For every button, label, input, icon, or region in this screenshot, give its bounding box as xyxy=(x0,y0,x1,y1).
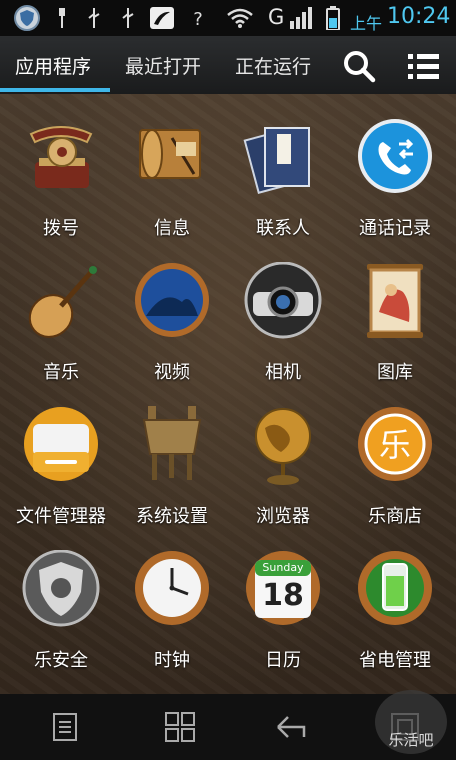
media-icon xyxy=(150,7,174,29)
tab-running[interactable]: 正在运行 xyxy=(235,52,311,79)
tab-apps[interactable]: 应用程序 xyxy=(15,52,91,79)
app-label: 通话记录 xyxy=(359,218,431,239)
app-label: 音乐 xyxy=(43,362,79,383)
app-label: 拨号 xyxy=(43,218,79,239)
shield-icon xyxy=(21,549,101,630)
app-clock[interactable]: 时钟 xyxy=(115,550,229,680)
home-grid-icon[interactable] xyxy=(155,706,205,748)
folder-box-icon xyxy=(21,406,101,486)
phone-icon xyxy=(21,118,101,198)
camera-icon xyxy=(243,261,323,342)
app-label: 时钟 xyxy=(154,650,190,671)
watermark: 乐活吧 xyxy=(375,690,447,754)
app-label: 省电管理 xyxy=(359,650,431,671)
back-icon[interactable] xyxy=(266,706,316,748)
app-power-saver[interactable]: 省电管理 xyxy=(338,550,452,680)
list-icon[interactable] xyxy=(408,53,440,81)
clock-icon xyxy=(132,550,212,630)
app-music[interactable]: 音乐 xyxy=(4,262,118,392)
security-shield-icon xyxy=(14,5,40,31)
calendar-icon: Sunday 18 xyxy=(243,550,323,630)
app-call-log[interactable]: 通话记录 xyxy=(338,118,452,248)
app-video[interactable]: 视频 xyxy=(115,262,229,392)
tab-bar: 应用程序 最近打开 正在运行 xyxy=(0,36,456,96)
bronze-vessel-icon xyxy=(132,406,212,486)
app-label: 日历 xyxy=(265,650,301,671)
svg-text:?: ? xyxy=(193,9,203,29)
app-camera[interactable]: 相机 xyxy=(226,261,340,392)
video-icon xyxy=(132,262,212,342)
globe-icon xyxy=(243,406,323,486)
app-store[interactable]: 乐 乐商店 xyxy=(338,406,452,536)
app-label: 系统设置 xyxy=(136,506,208,527)
calendar-weekday: Sunday xyxy=(262,561,304,574)
app-browser[interactable]: 浏览器 xyxy=(226,406,340,536)
active-tab-indicator xyxy=(0,88,110,92)
calendar-day: 18 xyxy=(262,578,304,613)
app-label: 图库 xyxy=(377,362,413,383)
tab-recent[interactable]: 最近打开 xyxy=(125,52,201,79)
app-contacts[interactable]: 联系人 xyxy=(226,118,340,248)
books-icon xyxy=(243,118,323,198)
signal-icon xyxy=(288,7,314,29)
battery-icon xyxy=(326,6,340,30)
call-log-icon xyxy=(355,118,435,198)
app-settings[interactable]: 系统设置 xyxy=(115,406,229,536)
wifi-icon xyxy=(226,7,254,29)
store-icon: 乐 xyxy=(355,406,435,486)
app-label: 文件管理器 xyxy=(16,506,106,527)
painting-scroll-icon xyxy=(355,262,435,342)
app-label: 信息 xyxy=(154,218,190,239)
app-label: 乐安全 xyxy=(34,650,88,671)
app-gallery[interactable]: 图库 xyxy=(338,262,452,392)
battery-saver-icon xyxy=(355,550,435,630)
app-label: 视频 xyxy=(154,362,190,383)
lute-icon xyxy=(21,262,101,342)
menu-icon[interactable] xyxy=(40,706,90,748)
app-label: 相机 xyxy=(265,362,301,383)
usb-icon xyxy=(86,7,102,29)
status-bar: ? G 上午 10:24 xyxy=(0,0,456,36)
app-dialer[interactable]: 拨号 xyxy=(4,118,118,248)
network-type: G xyxy=(268,5,285,29)
app-calendar[interactable]: Sunday 18 日历 xyxy=(226,550,340,680)
ampm-label: 上午 xyxy=(350,14,383,33)
status-clock: 10:24 xyxy=(387,4,451,29)
usb-icon xyxy=(120,7,136,29)
search-icon[interactable] xyxy=(342,49,376,83)
app-label: 浏览器 xyxy=(256,506,310,527)
app-label: 联系人 xyxy=(256,218,310,239)
scroll-letter-icon xyxy=(132,118,212,198)
app-messages[interactable]: 信息 xyxy=(115,118,229,248)
wifi-unknown-icon: ? xyxy=(187,7,209,29)
usb-icon xyxy=(55,7,69,29)
app-label: 乐商店 xyxy=(368,506,422,527)
app-security[interactable]: 乐安全 xyxy=(4,549,118,680)
app-file-manager[interactable]: 文件管理器 xyxy=(4,406,118,536)
svg-text:乐: 乐 xyxy=(379,426,411,464)
